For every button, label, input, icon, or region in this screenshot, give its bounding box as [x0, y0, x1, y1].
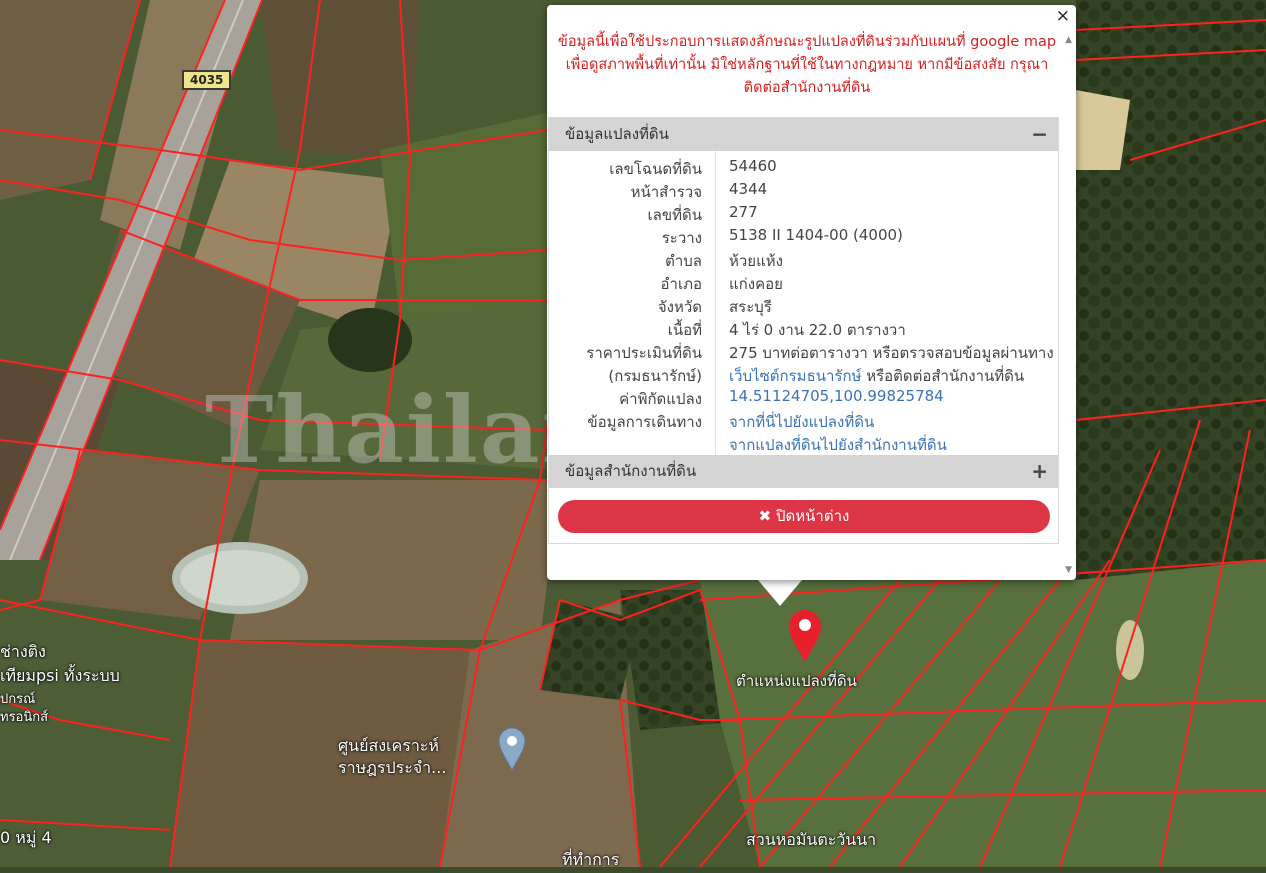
coordinates-link[interactable]: 14.51124705,100.99825784 [729, 387, 944, 405]
detail-value: 277 [729, 203, 758, 221]
detail-row: เลขที่ดิน 277 [549, 203, 1058, 226]
detail-key: ข้อมูลการเดินทาง [587, 413, 702, 431]
detail-value: 275 บาทต่อตารางวา หรือตรวจสอบข้อมูลผ่านท… [729, 344, 1054, 362]
detail-row: ค่าพิกัดแปลง 14.51124705,100.99825784 [549, 387, 1058, 410]
place-label: ทรอนิกส์ [0, 710, 49, 725]
detail-key: ตำบล [665, 252, 702, 270]
detail-row: ตำบล ห้วยแห้ง [549, 249, 1058, 272]
detail-key: เลขโฉนดที่ดิน [609, 160, 702, 178]
close-icon[interactable]: × [1056, 6, 1070, 26]
detail-value: แก่งคอย [729, 275, 783, 293]
place-label: ราษฎรประจำ... [338, 758, 447, 777]
place-label: ที่ทำการ [562, 850, 620, 869]
marker-label: ตำแหน่งแปลงที่ดิน [736, 672, 857, 690]
detail-value: 4344 [729, 180, 768, 198]
detail-value: สระบุรี [729, 298, 772, 316]
collapse-icon[interactable]: − [1031, 118, 1048, 151]
parcel-section-header[interactable]: ข้อมูลแปลงที่ดิน − [549, 118, 1058, 151]
map-pin-icon[interactable] [497, 726, 527, 772]
detail-key: ราคาประเมินที่ดิน [586, 344, 702, 362]
detail-row: เนื้อที่ 4 ไร่ 0 งาน 22.0 ตารางวา [549, 318, 1058, 341]
parcel-marker-icon[interactable] [787, 608, 823, 664]
detail-key: ค่าพิกัดแปลง [619, 390, 702, 408]
detail-row: หน้าสำรวจ 4344 [549, 180, 1058, 203]
parcel-section-title: ข้อมูลแปลงที่ดิน [565, 125, 669, 143]
detail-row: ข้อมูลการเดินทาง จากที่นี่ไปยังแปลงที่ดิน [549, 410, 1058, 433]
close-window-button[interactable]: ✖ ปิดหน้าต่าง [558, 500, 1050, 533]
detail-value: 5138 II 1404-00 (4000) [729, 226, 903, 244]
office-section-title: ข้อมูลสำนักงานที่ดิน [565, 462, 697, 480]
detail-key: หน้าสำรวจ [630, 183, 702, 201]
detail-row: อำเภอ แก่งคอย [549, 272, 1058, 295]
detail-value: หรือติดต่อสำนักงานที่ดิน [861, 367, 1025, 385]
place-label: เทียมpsi ทั้งระบบ [0, 666, 120, 685]
disclaimer-line: ข้อมูลนี้เพื่อใช้ประกอบการแสดงลักษณะรูปแ… [557, 34, 1057, 50]
disclaimer-line: เพื่อดูสภาพพื้นที่เท่านั้น มิใช่หลักฐานท… [565, 57, 1049, 73]
detail-row: ราคาประเมินที่ดิน 275 บาทต่อตารางวา หรือต… [549, 341, 1058, 364]
popup-tail [758, 580, 802, 606]
detail-value: 4 ไร่ 0 งาน 22.0 ตารางวา [729, 321, 906, 339]
parcel-info-panel: ข้อมูลแปลงที่ดิน − เลขโฉนดที่ดิน 54460 หน… [548, 117, 1059, 544]
parcel-details: เลขโฉนดที่ดิน 54460 หน้าสำรวจ 4344 เลขที่ด… [549, 151, 1058, 455]
office-section-header[interactable]: ข้อมูลสำนักงานที่ดิน + [549, 455, 1058, 488]
detail-value: 54460 [729, 157, 777, 175]
treasury-website-link[interactable]: เว็บไซต์กรมธนารักษ์ [729, 367, 861, 385]
place-label: สวนหอมันตะวันนา [746, 830, 877, 849]
disclaimer: ข้อมูลนี้เพื่อใช้ประกอบการแสดงลักษณะรูปแ… [547, 31, 1067, 100]
disclaimer-line: ติดต่อสำนักงานที่ดิน [743, 80, 871, 96]
detail-key: จังหวัด [657, 298, 702, 316]
place-label: ช่างติง [0, 642, 46, 661]
detail-row: ระวาง 5138 II 1404-00 (4000) [549, 226, 1058, 249]
detail-key: ระวาง [661, 229, 702, 247]
close-x-icon: ✖ [758, 507, 772, 525]
directions-to-parcel-link[interactable]: จากที่นี่ไปยังแปลงที่ดิน [729, 413, 874, 431]
route-shield: 4035 [182, 70, 232, 90]
detail-row: (กรมธนารักษ์) เว็บไซต์กรมธนารักษ์ หรือติด… [549, 364, 1058, 387]
detail-key: (กรมธนารักษ์) [608, 367, 702, 385]
detail-row: จากแปลงที่ดินไปยังสำนักงานที่ดิน [549, 433, 1058, 456]
parcel-info-popup: × ▲ ▼ ข้อมูลนี้เพื่อใช้ประกอบการแสดงลักษ… [547, 5, 1076, 580]
scroll-down-arrow[interactable]: ▼ [1065, 565, 1072, 575]
directions-to-office-link[interactable]: จากแปลงที่ดินไปยังสำนักงานที่ดิน [729, 436, 947, 454]
detail-row: เลขโฉนดที่ดิน 54460 [549, 157, 1058, 180]
detail-row: จังหวัด สระบุรี [549, 295, 1058, 318]
place-label: 0 หมู่ 4 [0, 828, 52, 847]
expand-icon[interactable]: + [1031, 455, 1048, 488]
close-button-label: ปิดหน้าต่าง [776, 507, 850, 525]
detail-key: เนื้อที่ [667, 321, 702, 339]
detail-value: ห้วยแห้ง [729, 252, 783, 270]
detail-key: อำเภอ [660, 275, 702, 293]
detail-key: เลขที่ดิน [647, 206, 702, 224]
